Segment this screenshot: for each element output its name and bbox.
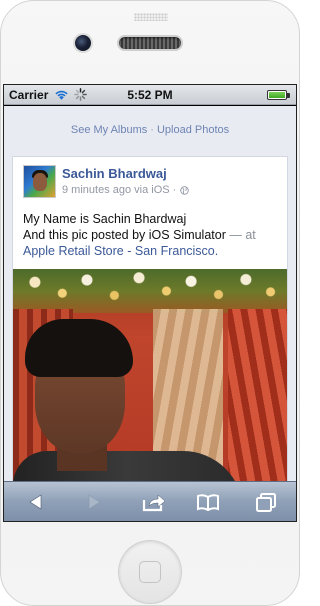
link-separator: ·	[150, 124, 154, 136]
forward-button[interactable]	[81, 491, 107, 513]
meta-separator: ·	[172, 184, 177, 196]
news-feed-post: Sachin Bhardwaj 9 minutes ago via iOS · …	[12, 156, 288, 483]
status-time: 5:52 PM	[127, 88, 173, 102]
home-button[interactable]	[119, 541, 181, 603]
battery-tip	[287, 93, 290, 98]
avatar-face	[33, 173, 47, 191]
phone-frame: Carrier 5:52 PM See My Albums · Upload P…	[0, 0, 300, 606]
photo-person-shirt	[13, 451, 243, 483]
album-links: See My Albums · Upload Photos	[4, 106, 296, 156]
upload-photos-link[interactable]: Upload Photos	[157, 124, 229, 136]
facebook-page: See My Albums · Upload Photos Sachin Bhard…	[4, 106, 296, 483]
share-icon	[142, 494, 166, 512]
photo-person-hair	[25, 319, 133, 377]
tabs-button[interactable]	[253, 491, 279, 513]
battery-level	[269, 92, 285, 98]
photo-flowers	[13, 269, 287, 313]
share-button[interactable]	[141, 491, 167, 513]
post-header: Sachin Bhardwaj 9 minutes ago via iOS ·	[13, 165, 287, 198]
bookmarks-button[interactable]	[195, 491, 221, 513]
see-my-albums-link[interactable]: See My Albums	[71, 124, 147, 136]
screen: Carrier 5:52 PM See My Albums · Upload P…	[3, 84, 297, 522]
post-meta: 9 minutes ago via iOS ·	[62, 184, 190, 196]
back-arrow-icon	[29, 494, 42, 510]
avatar[interactable]	[23, 165, 56, 198]
post-location-link[interactable]: Apple Retail Store - San Francisco.	[23, 243, 277, 259]
globe-icon	[180, 185, 190, 195]
earpiece-speaker	[119, 37, 181, 49]
post-timestamp[interactable]: 9 minutes ago via iOS	[62, 184, 170, 196]
home-square-icon	[139, 561, 161, 583]
battery-icon	[267, 90, 287, 100]
photo-curtain-right	[228, 309, 287, 483]
forward-arrow-icon	[88, 494, 101, 510]
post-line-2: And this pic posted by iOS Simulator — a…	[23, 227, 277, 243]
post-line-1: My Name is Sachin Bhardwaj	[23, 212, 187, 226]
speaker-grille	[134, 13, 168, 21]
front-camera	[75, 35, 91, 51]
status-bar: Carrier 5:52 PM	[4, 85, 296, 105]
back-button[interactable]	[23, 491, 49, 513]
post-message: My Name is Sachin Bhardwaj And this pic …	[13, 198, 287, 269]
tabs-icon	[256, 493, 276, 512]
post-line-2-text: And this pic posted by iOS Simulator	[23, 228, 226, 242]
post-location-prefix: — at	[229, 228, 256, 242]
post-header-text: Sachin Bhardwaj 9 minutes ago via iOS ·	[62, 165, 190, 198]
author-name[interactable]: Sachin Bhardwaj	[62, 166, 189, 181]
bookmarks-icon	[197, 494, 219, 512]
safari-toolbar	[4, 481, 296, 521]
post-photo[interactable]	[13, 269, 287, 483]
